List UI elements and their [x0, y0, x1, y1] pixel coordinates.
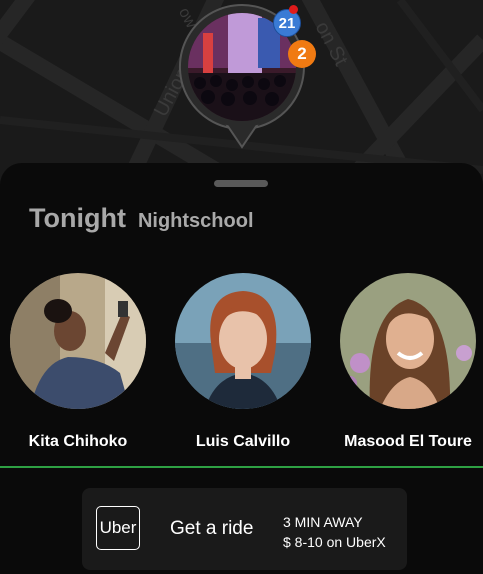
uber-logo-icon: Uber: [96, 506, 140, 550]
avatar: [175, 273, 311, 409]
person-card[interactable]: Luis Calvillo: [163, 273, 323, 451]
app-screen: Union on St ow 21 2 Tonight Nightschool …: [0, 0, 483, 574]
alert-dot-icon: [289, 5, 298, 14]
notification-count-badge: 21: [273, 9, 301, 37]
ride-eta: 3 MIN AWAY: [283, 514, 363, 530]
friends-count-badge: 2: [288, 40, 316, 68]
people-list: Kita Chihoko Luis Calvillo Masood El Tou…: [0, 273, 483, 453]
person-card[interactable]: Kita Chihoko: [0, 273, 158, 451]
divider: [0, 466, 483, 468]
uber-ride-button[interactable]: Uber Get a ride 3 MIN AWAY $ 8-10 on Ube…: [82, 488, 407, 570]
sheet-drag-handle[interactable]: [214, 180, 268, 187]
person-name: Luis Calvillo: [195, 433, 291, 450]
venue-name: Nightschool: [137, 210, 254, 232]
ride-price: $ 8-10 on UberX: [283, 534, 386, 550]
person-name: Kita Chihoko: [28, 433, 128, 450]
person-card[interactable]: Masood El Toure: [328, 273, 483, 451]
venue-bottom-sheet: Tonight Nightschool Kita Chihoko Luis Ca…: [0, 163, 483, 574]
sheet-header: Tonight Nightschool: [29, 203, 254, 234]
person-name: Masood El Toure: [344, 433, 472, 450]
ride-cta-label: Get a ride: [170, 518, 254, 539]
venue-map-pin[interactable]: 21 2: [177, 2, 316, 152]
ride-info: 3 MIN AWAY $ 8-10 on UberX: [283, 512, 386, 552]
avatar: [340, 273, 476, 409]
page-title: Tonight: [29, 203, 126, 233]
avatar: [10, 273, 146, 409]
